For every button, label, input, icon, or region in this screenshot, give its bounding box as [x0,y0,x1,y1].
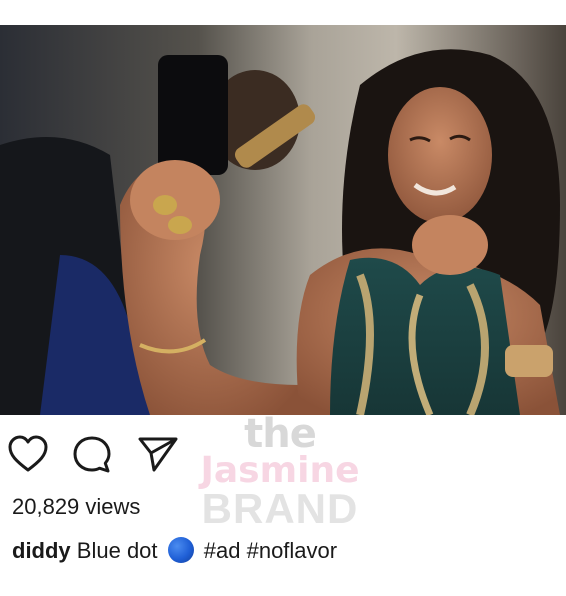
post-photo[interactable] [0,25,566,415]
post-actions [0,430,566,478]
comment-icon[interactable] [68,430,116,478]
blue-circle-emoji [167,537,194,563]
views-count: 20,829 views [12,494,141,519]
caption-hashtags[interactable]: #ad #noflavor [204,538,337,563]
watermark-line3: BRAND [201,485,359,532]
username-link[interactable]: diddy [12,538,71,563]
instagram-post: the Jasmine BRAND 20,829 views diddy Blu… [0,0,566,596]
caption-text: Blue dot [76,538,158,563]
photo-illustration [0,25,566,415]
post-caption: diddy Blue dot #ad #noflavor [12,537,337,564]
heart-icon[interactable] [4,430,52,478]
send-icon[interactable] [134,430,182,478]
